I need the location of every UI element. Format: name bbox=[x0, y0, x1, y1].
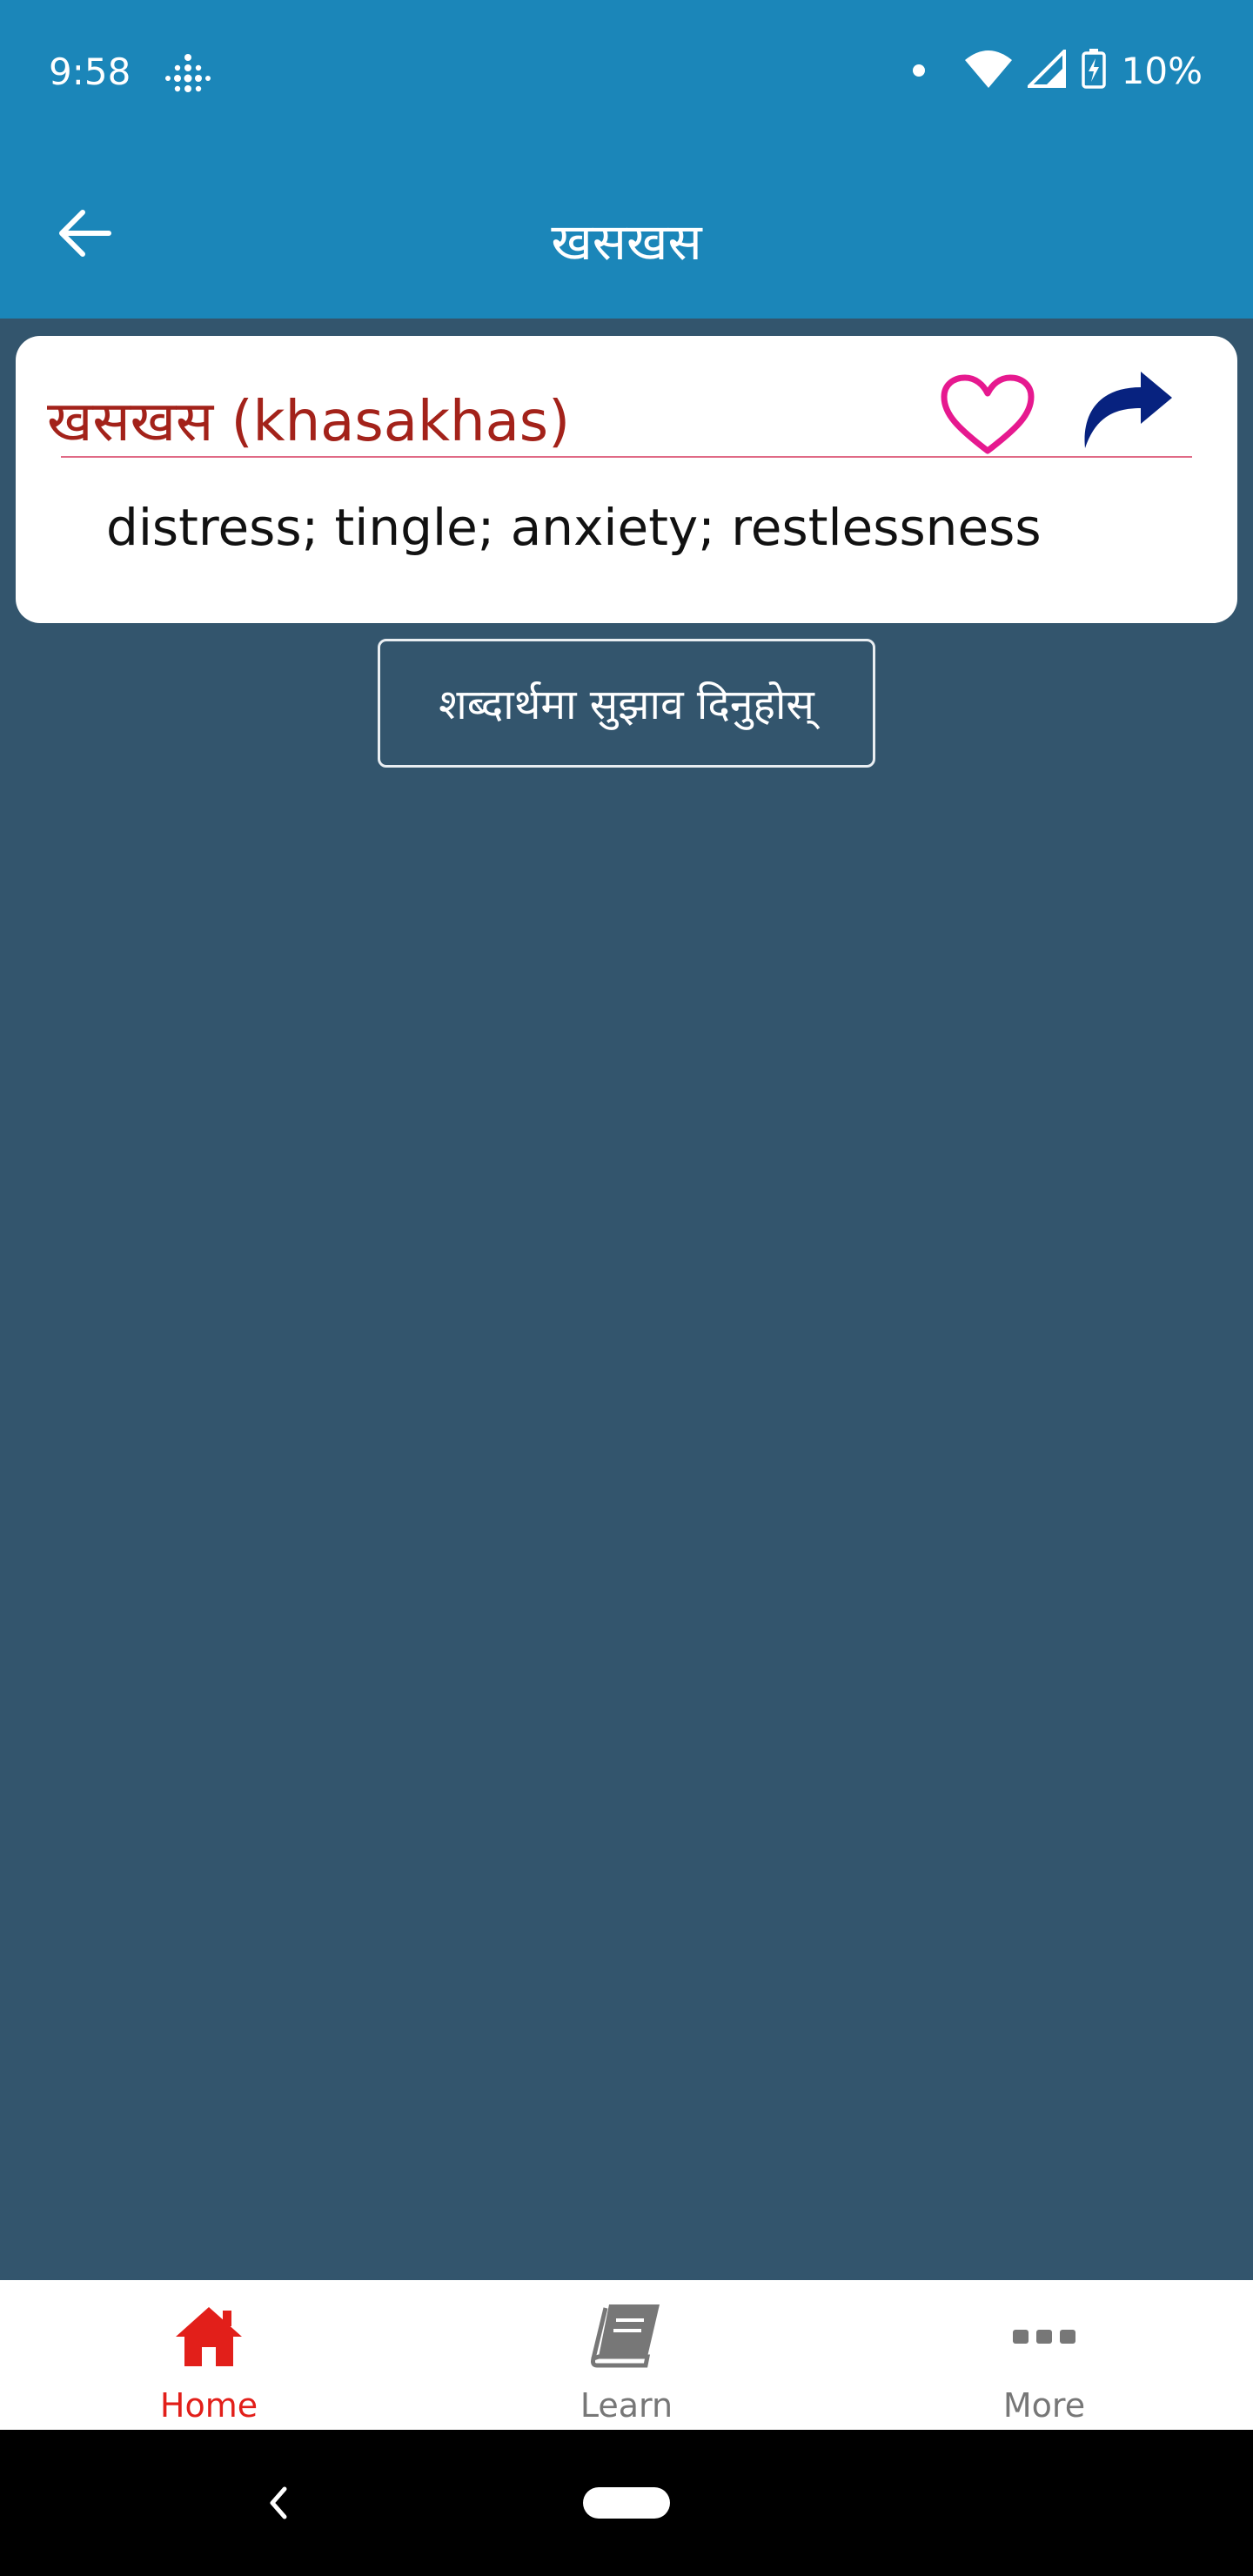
chevron-left-icon bbox=[270, 2486, 287, 2519]
heart-outline-icon bbox=[941, 374, 1035, 454]
word-title: खसखस (khasakhas) bbox=[47, 390, 571, 454]
cellular-icon bbox=[1024, 47, 1066, 91]
suggest-meaning-label: शब्दार्थमा सुझाव दिनुहोस् bbox=[439, 680, 814, 729]
nav-item-home[interactable]: Home bbox=[0, 2280, 418, 2430]
status-time: 9:58 bbox=[49, 50, 131, 93]
word-divider bbox=[61, 456, 1192, 458]
nav-label-home: Home bbox=[159, 2386, 258, 2425]
battery-charging-icon bbox=[1081, 49, 1106, 92]
nav-item-learn[interactable]: Learn bbox=[418, 2280, 835, 2430]
notification-dot-icon bbox=[912, 64, 925, 77]
book-icon bbox=[587, 2298, 666, 2376]
system-back-button[interactable] bbox=[252, 2477, 305, 2529]
fitbit-icon bbox=[164, 52, 212, 97]
status-icons: 10% bbox=[912, 47, 1203, 92]
suggest-meaning-button[interactable]: शब्दार्थमा सुझाव दिनुहोस् bbox=[378, 639, 875, 768]
nav-item-more[interactable]: More bbox=[835, 2280, 1253, 2430]
word-card: खसखस (khasakhas) distress; tingle; anxie… bbox=[16, 336, 1237, 623]
nav-label-more: More bbox=[1002, 2386, 1086, 2425]
app-bar: खसखस bbox=[0, 148, 1253, 319]
share-button[interactable] bbox=[1069, 362, 1182, 458]
more-horizontal-icon bbox=[1005, 2298, 1083, 2376]
bottom-nav: Home Learn More bbox=[0, 2280, 1253, 2430]
share-arrow-icon bbox=[1084, 372, 1172, 448]
favorite-button[interactable] bbox=[931, 367, 1044, 463]
word-meaning: distress; tingle; anxiety; restlessness bbox=[106, 498, 1042, 557]
home-icon bbox=[170, 2298, 248, 2376]
system-home-pill[interactable] bbox=[583, 2487, 670, 2519]
status-bar: 9:58 10% bbox=[0, 0, 1253, 148]
wifi-icon bbox=[964, 50, 1012, 91]
app-title: खसखस bbox=[551, 212, 702, 272]
battery-percentage: 10% bbox=[1121, 49, 1203, 92]
system-nav-bar bbox=[0, 2430, 1253, 2576]
nav-label-learn: Learn bbox=[580, 2386, 673, 2425]
